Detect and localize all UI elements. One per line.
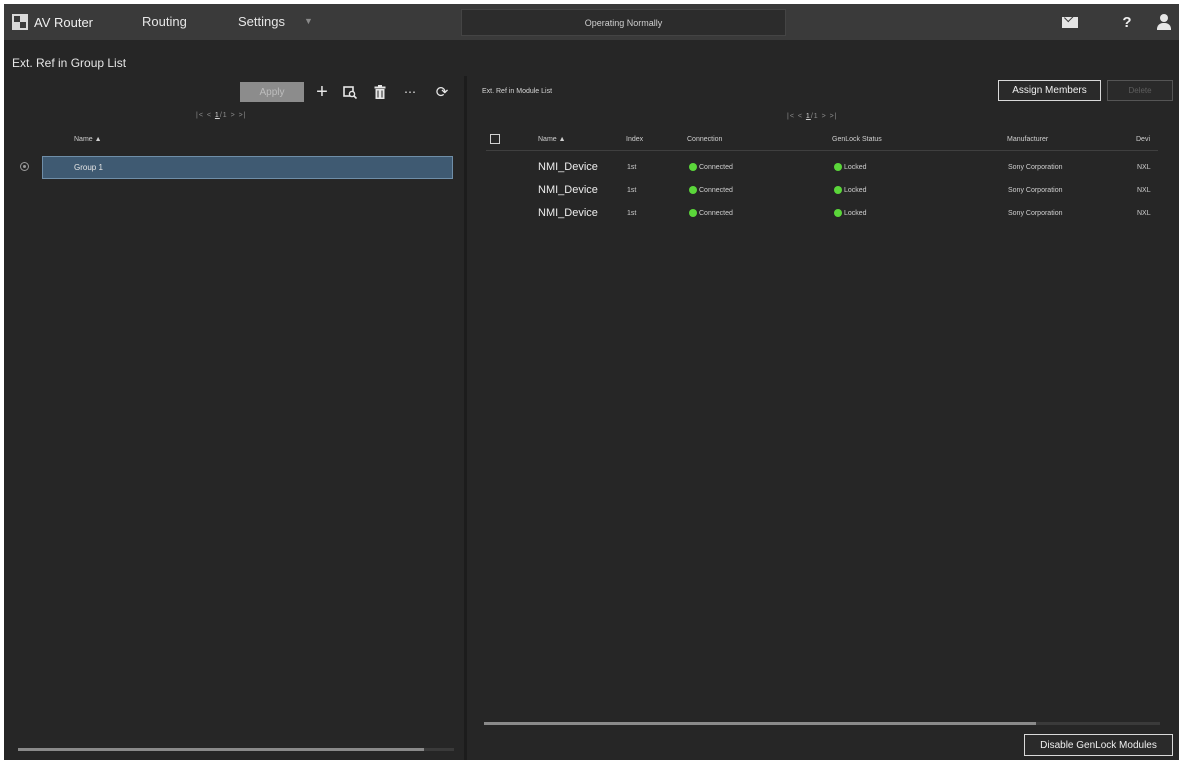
cell-device: NXL xyxy=(1137,163,1151,171)
cell-index: 1st xyxy=(627,186,637,194)
refresh-icon[interactable]: ⟳ xyxy=(432,82,452,102)
column-header-connection[interactable]: Connection xyxy=(687,136,722,143)
cell-device: NXL xyxy=(1137,186,1151,194)
person-icon xyxy=(1157,14,1171,30)
pager-total-pages: 1 xyxy=(222,112,228,119)
app-brand[interactable]: AV Router xyxy=(12,12,93,32)
disable-genlock-button[interactable]: Disable GenLock Modules xyxy=(1024,734,1173,756)
page-title: Ext. Ref in Group List xyxy=(12,56,127,70)
scrollbar-thumb[interactable] xyxy=(18,748,424,751)
app-title: AV Router xyxy=(34,14,94,30)
pager-first-button[interactable]: |< xyxy=(787,113,795,120)
cell-genlock: Locked xyxy=(834,156,867,178)
cell-connection: Connected xyxy=(689,179,733,201)
genlock-text: Locked xyxy=(844,163,867,171)
nav-routing[interactable]: Routing xyxy=(142,14,187,29)
envelope-icon xyxy=(1062,16,1078,28)
column-header-manufacturer[interactable]: Manufacturer xyxy=(1007,136,1048,143)
pager-prev-button[interactable]: < xyxy=(207,112,212,119)
status-ok-icon xyxy=(834,186,842,194)
status-ok-icon xyxy=(834,163,842,171)
table-row[interactable]: NMI_Device 1st Connected Locked Sony Cor… xyxy=(470,156,1179,178)
top-bar: AV Router Routing Settings ▼ Operating N… xyxy=(4,4,1179,40)
more-icon[interactable]: ⋯ xyxy=(400,82,420,102)
search-doc-icon[interactable] xyxy=(340,82,360,102)
cell-name: NMI_Device xyxy=(538,184,598,196)
add-icon[interactable]: + xyxy=(312,81,332,103)
group-list-pager: |< < 1/1 > >| xyxy=(196,112,247,119)
pager-last-button[interactable]: >| xyxy=(830,113,838,120)
column-header-name-label: Name xyxy=(538,136,557,143)
chevron-down-icon[interactable]: ▼ xyxy=(304,16,313,26)
column-header-name[interactable]: Name ▲ xyxy=(74,136,102,143)
trash-icon[interactable] xyxy=(370,82,390,102)
assign-members-button[interactable]: Assign Members xyxy=(998,80,1101,101)
group-row-radio[interactable] xyxy=(20,162,29,171)
cell-name: NMI_Device xyxy=(538,207,598,219)
app-window: AV Router Routing Settings ▼ Operating N… xyxy=(4,4,1179,760)
pager-first-button[interactable]: |< xyxy=(196,112,204,119)
horizontal-scrollbar[interactable] xyxy=(484,722,1160,725)
group-name: Group 1 xyxy=(74,163,103,172)
module-list-pager: |< < 1/1 > >| xyxy=(787,113,838,120)
module-list-title: Ext. Ref in Module List xyxy=(482,88,553,95)
apply-button[interactable]: Apply xyxy=(240,82,304,102)
group-row[interactable]: Group 1 xyxy=(42,156,453,179)
user-icon[interactable] xyxy=(1154,12,1174,32)
nav-settings[interactable]: Settings xyxy=(238,14,285,29)
module-list-panel: Ext. Ref in Module List Assign Members D… xyxy=(470,76,1179,760)
cell-genlock: Locked xyxy=(834,202,867,224)
connection-text: Connected xyxy=(699,163,733,171)
panel-divider[interactable] xyxy=(464,76,467,760)
sort-arrow-icon: ▲ xyxy=(558,136,566,143)
pager-total-pages: 1 xyxy=(813,113,819,120)
column-header-genlock[interactable]: GenLock Status xyxy=(832,136,882,143)
sort-arrow-icon: ▲ xyxy=(94,136,102,143)
status-bar: Operating Normally xyxy=(461,9,786,36)
cell-index: 1st xyxy=(627,163,637,171)
scrollbar-thumb[interactable] xyxy=(484,722,1036,725)
genlock-text: Locked xyxy=(844,209,867,217)
table-row[interactable]: NMI_Device 1st Connected Locked Sony Cor… xyxy=(470,179,1179,201)
status-ok-icon xyxy=(689,163,697,171)
pager-last-button[interactable]: >| xyxy=(239,112,247,119)
table-row[interactable]: NMI_Device 1st Connected Locked Sony Cor… xyxy=(470,202,1179,224)
column-header-device[interactable]: Devi xyxy=(1136,136,1150,143)
pager-prev-button[interactable]: < xyxy=(798,113,803,120)
genlock-text: Locked xyxy=(844,186,867,194)
cell-manufacturer: Sony Corporation xyxy=(1008,209,1063,217)
status-ok-icon xyxy=(689,209,697,217)
help-glyph: ? xyxy=(1122,13,1132,31)
cell-connection: Connected xyxy=(689,156,733,178)
cell-manufacturer: Sony Corporation xyxy=(1008,163,1063,171)
status-ok-icon xyxy=(689,186,697,194)
horizontal-scrollbar[interactable] xyxy=(18,748,454,751)
cell-device: NXL xyxy=(1137,209,1151,217)
select-all-checkbox[interactable] xyxy=(490,134,500,144)
cell-connection: Connected xyxy=(689,202,733,224)
app-logo-icon xyxy=(12,14,28,30)
column-header-name-label: Name xyxy=(74,136,93,143)
connection-text: Connected xyxy=(699,209,733,217)
status-ok-icon xyxy=(834,209,842,217)
cell-genlock: Locked xyxy=(834,179,867,201)
cell-index: 1st xyxy=(627,209,637,217)
column-header-index[interactable]: Index xyxy=(626,136,643,143)
cell-name: NMI_Device xyxy=(538,161,598,173)
pager-next-button[interactable]: > xyxy=(822,113,827,120)
delete-button[interactable]: Delete xyxy=(1107,80,1173,101)
cell-manufacturer: Sony Corporation xyxy=(1008,186,1063,194)
column-header-name[interactable]: Name ▲ xyxy=(538,136,566,143)
trash-icon-svg xyxy=(374,85,386,99)
connection-text: Connected xyxy=(699,186,733,194)
mail-icon[interactable] xyxy=(1060,12,1080,32)
status-text: Operating Normally xyxy=(584,17,663,28)
group-list-panel: Apply + ⋯ ⟳ |< < 1/1 > >| Name ▲ Group 1 xyxy=(8,76,460,756)
header-divider xyxy=(486,150,1158,151)
help-icon[interactable]: ? xyxy=(1117,12,1137,32)
pager-next-button[interactable]: > xyxy=(231,112,236,119)
search-doc-icon-svg xyxy=(343,86,357,99)
